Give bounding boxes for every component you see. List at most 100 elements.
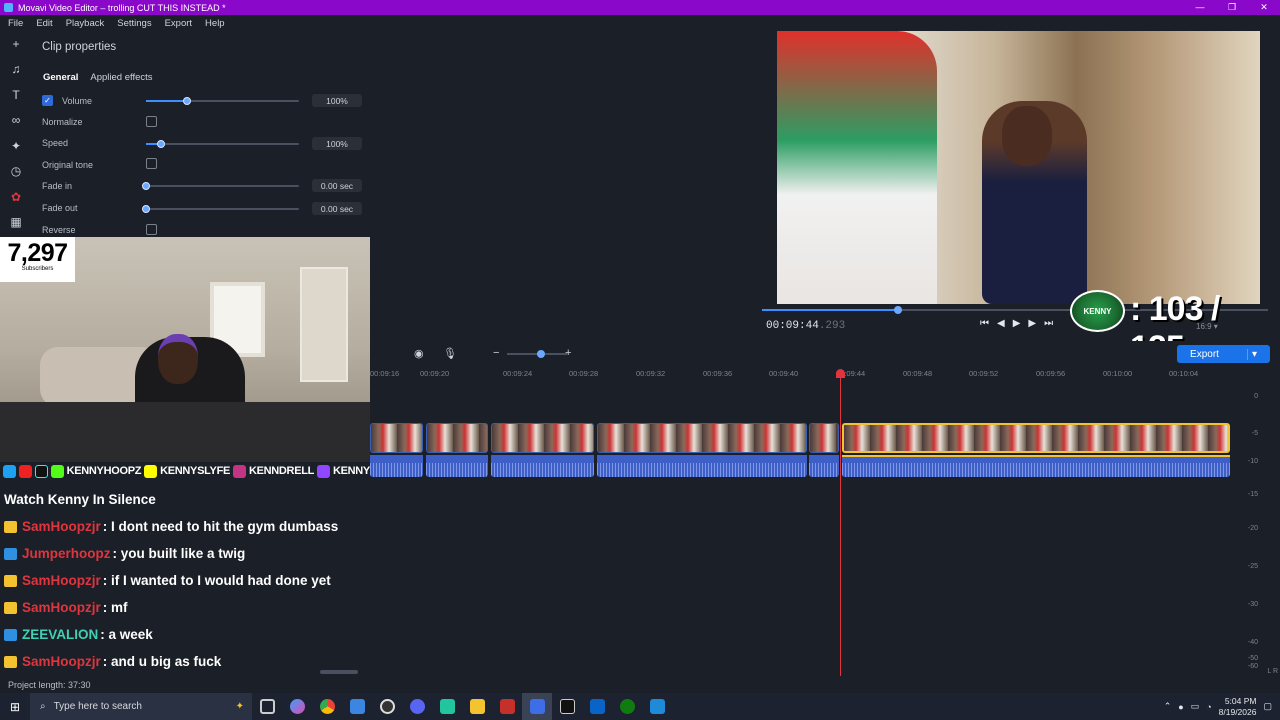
copilot-icon[interactable]	[282, 693, 312, 720]
step-back-icon[interactable]: ◀	[997, 318, 1005, 329]
video-clip[interactable]	[809, 423, 839, 453]
network-icon[interactable]: ▭	[1191, 701, 1200, 712]
play-icon[interactable]: ▶	[1013, 318, 1021, 329]
minimize-button[interactable]: —	[1184, 2, 1216, 13]
fade-out-value[interactable]: 0.00 sec	[312, 202, 362, 215]
skip-end-icon[interactable]: ⏭	[1044, 318, 1053, 329]
normalize-checkbox[interactable]	[146, 116, 157, 127]
skip-start-icon[interactable]: ⏮	[980, 318, 989, 329]
movavi-taskbar-icon[interactable]	[492, 693, 522, 720]
step-forward-icon[interactable]: ▶	[1028, 318, 1036, 329]
ruler-tick: 00:09:48	[903, 369, 933, 378]
zoom-out-icon[interactable]: −	[493, 347, 499, 359]
audio-clip[interactable]	[426, 455, 488, 477]
discord-icon[interactable]	[402, 693, 432, 720]
app-green-icon[interactable]	[432, 693, 462, 720]
audio-clip[interactable]	[809, 455, 839, 477]
microphone-tray-icon[interactable]: ●	[1178, 702, 1183, 712]
zoom-slider[interactable]	[507, 350, 567, 358]
close-button[interactable]: ✕	[1248, 2, 1280, 13]
social-handles-bar: KENNYHOOPZ KENNYSLYFE KENNDRELL KENNY	[0, 462, 370, 480]
audio-clip[interactable]	[597, 455, 807, 477]
grid-icon[interactable]: ▦	[0, 210, 32, 236]
chevron-down-icon[interactable]: ▾	[1246, 348, 1257, 360]
reverse-checkbox[interactable]	[146, 224, 157, 235]
music-icon[interactable]: ♫	[0, 57, 32, 83]
audio-clip[interactable]	[491, 455, 594, 477]
video-preview-frame[interactable]	[777, 31, 1260, 304]
record-icon[interactable]: ◉	[414, 347, 424, 360]
video-clip[interactable]	[370, 423, 423, 453]
obs-icon[interactable]	[372, 693, 402, 720]
menu-file[interactable]: File	[3, 18, 28, 29]
chat-username: ZEEVALION	[22, 627, 99, 642]
volume-checkbox[interactable]: ✓	[42, 95, 53, 106]
outlook-icon[interactable]	[582, 693, 612, 720]
magic-wand-icon[interactable]: ✦	[0, 133, 32, 159]
taskbar-search[interactable]: ⌕ Type here to search ✦	[30, 693, 252, 720]
fade-out-slider[interactable]	[142, 205, 299, 213]
audio-clip[interactable]	[370, 455, 423, 477]
plus-icon[interactable]: +	[0, 31, 32, 57]
playhead-handle[interactable]	[836, 369, 845, 378]
xbox-icon[interactable]	[612, 693, 642, 720]
social-handle-3: KENNDRELL	[248, 465, 315, 477]
menu-edit[interactable]: Edit	[31, 18, 57, 29]
file-explorer-icon[interactable]	[462, 693, 492, 720]
chat-line: ZEEVALION : a week	[4, 627, 153, 642]
speed-slider[interactable]	[146, 140, 299, 148]
task-view-icon[interactable]	[252, 693, 282, 720]
meter-label: -30	[1247, 601, 1258, 608]
windows-start-icon[interactable]: ⊞	[0, 693, 30, 720]
chrome-icon[interactable]	[312, 693, 342, 720]
volume-slider[interactable]	[146, 97, 299, 105]
video-clip-selected[interactable]	[842, 423, 1230, 453]
sticker-icon[interactable]: ✿	[0, 184, 32, 210]
menu-export[interactable]: Export	[160, 18, 197, 29]
ruler-tick: 00:10:04	[1169, 369, 1199, 378]
timeline-ruler[interactable]: 00:09:16 00:09:20 00:09:24 00:09:28 00:0…	[370, 367, 1230, 381]
app-blue-icon[interactable]	[642, 693, 672, 720]
playhead[interactable]	[836, 369, 845, 676]
microphone-icon[interactable]: 🎙	[443, 347, 457, 360]
taskbar-clock[interactable]: 5:04 PM 8/19/2026	[1219, 696, 1257, 718]
menu-bar: File Edit Playback Settings Export Help	[0, 15, 1280, 31]
restore-button[interactable]: ❐	[1216, 2, 1248, 13]
menu-help[interactable]: Help	[200, 18, 230, 29]
audio-clip-selected[interactable]	[842, 455, 1230, 477]
clock-icon[interactable]: ◷	[0, 159, 32, 185]
menu-settings[interactable]: Settings	[112, 18, 156, 29]
tab-general[interactable]: General	[43, 72, 78, 83]
speed-value[interactable]: 100%	[312, 137, 362, 150]
timeline-scrollbar[interactable]	[320, 670, 358, 674]
video-clip[interactable]	[426, 423, 488, 453]
active-app-icon[interactable]	[522, 693, 552, 720]
tab-applied-effects[interactable]: Applied effects	[90, 72, 152, 83]
seek-handle[interactable]	[894, 306, 902, 314]
tray-chevron-icon[interactable]: ⌃	[1164, 701, 1172, 712]
export-button[interactable]: Export ▾	[1177, 345, 1270, 363]
zoom-handle[interactable]	[537, 350, 545, 358]
fade-in-value[interactable]: 0.00 sec	[312, 179, 362, 192]
chat-message: Watch Kenny In Silence	[4, 492, 156, 507]
notification-icon[interactable]: ▢	[1263, 701, 1272, 712]
volume-icon[interactable]: ◔	[1206, 702, 1211, 712]
panel-title: Clip properties	[42, 41, 117, 53]
project-length: Project length: 37:30	[8, 680, 91, 690]
video-clip[interactable]	[597, 423, 807, 453]
text-icon[interactable]: T	[0, 82, 32, 108]
store-icon[interactable]	[342, 693, 372, 720]
ruler-tick: 00:09:36	[703, 369, 733, 378]
original-tone-checkbox[interactable]	[146, 158, 157, 169]
capcut-icon[interactable]	[552, 693, 582, 720]
video-clip[interactable]	[491, 423, 594, 453]
chat-username: SamHoopzjr	[22, 573, 101, 588]
volume-value[interactable]: 100%	[312, 94, 362, 107]
clock-date: 8/19/2026	[1218, 706, 1257, 717]
meter-label: -60	[1247, 663, 1258, 670]
zoom-in-icon[interactable]: +	[565, 347, 571, 359]
fade-in-slider[interactable]	[142, 182, 299, 190]
menu-playback[interactable]: Playback	[61, 18, 110, 29]
transitions-icon[interactable]: ∞	[0, 108, 32, 134]
ruler-tick: 00:09:32	[636, 369, 666, 378]
